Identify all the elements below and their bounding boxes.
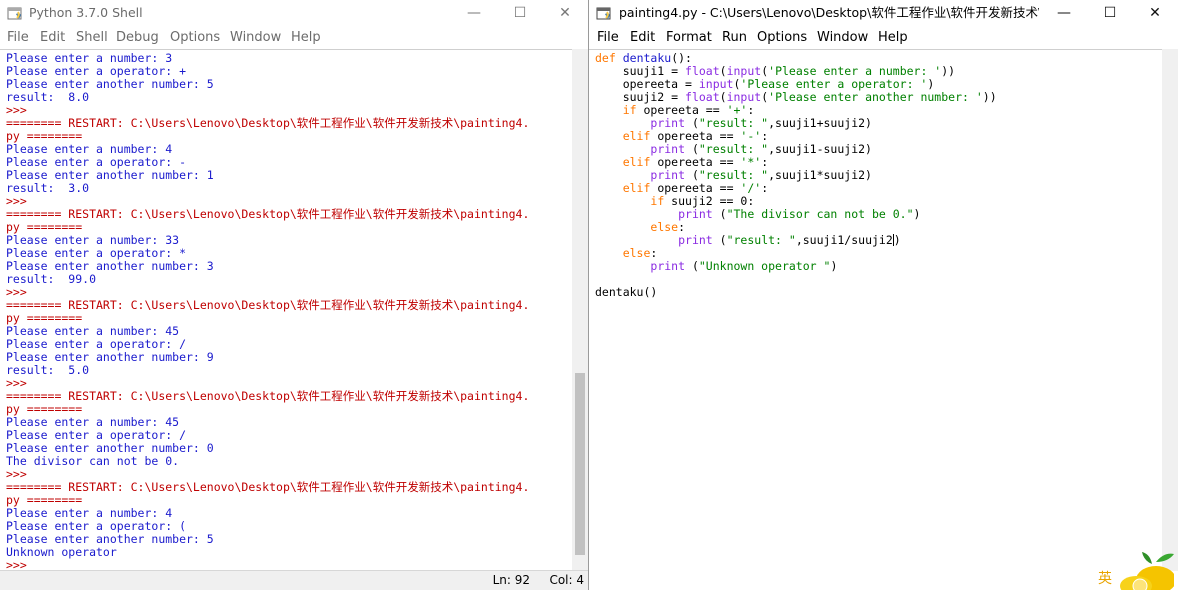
menu-format[interactable]: Format xyxy=(666,30,712,46)
editor-text: def dentaku(): suuji1 = float(input('Ple… xyxy=(595,52,1162,299)
shell-line: ======== RESTART: C:\Users\Lenovo\Deskto… xyxy=(6,116,530,130)
menu-file[interactable]: File xyxy=(7,30,29,46)
shell-titlebar[interactable]: Python 3.7.0 Shell — ☐ ✕ xyxy=(0,0,588,27)
menu-help[interactable]: Help xyxy=(878,30,908,46)
shell-line: Please enter another number: 9 xyxy=(6,350,214,364)
window-title: painting4.py - C:\Users\Lenovo\Desktop\软… xyxy=(619,5,1039,20)
text-cursor xyxy=(892,234,894,246)
status-column: Col: 4 xyxy=(549,573,584,587)
editor-statusbar: 英 xyxy=(589,552,1178,590)
shell-window: Python 3.7.0 Shell — ☐ ✕ File Edit Shell… xyxy=(0,0,588,590)
shell-line: ======== RESTART: C:\Users\Lenovo\Deskto… xyxy=(6,298,530,312)
shell-line: ======== RESTART: C:\Users\Lenovo\Deskto… xyxy=(6,389,530,403)
lemon-icon xyxy=(1120,552,1174,590)
shell-line: result: 8.0 xyxy=(6,90,90,104)
scrollbar-thumb[interactable] xyxy=(575,373,585,555)
shell-line: result: 3.0 xyxy=(6,181,90,195)
menu-window[interactable]: Window xyxy=(230,30,281,46)
code-editor[interactable]: def dentaku(): suuji1 = float(input('Ple… xyxy=(589,49,1162,571)
close-icon[interactable]: ✕ xyxy=(542,0,588,27)
minimize-icon[interactable]: — xyxy=(451,0,497,27)
python-file-icon xyxy=(596,7,611,20)
menu-window[interactable]: Window xyxy=(817,30,868,46)
menu-file[interactable]: File xyxy=(597,30,619,46)
shell-line: Please enter another number: 5 xyxy=(6,77,214,91)
menu-options[interactable]: Options xyxy=(757,30,807,46)
window-title: Python 3.7.0 Shell xyxy=(29,5,143,20)
status-line: Ln: 92 xyxy=(492,573,530,587)
shell-output[interactable]: Please enter a number: 3 Please enter a o… xyxy=(0,49,572,572)
shell-line: The divisor can not be 0. xyxy=(6,454,180,468)
python-idle-icon xyxy=(7,7,22,20)
editor-menubar: File Edit Format Run Options Window Help xyxy=(589,28,1178,48)
menu-shell[interactable]: Shell xyxy=(76,30,108,46)
menu-help[interactable]: Help xyxy=(291,30,321,46)
menu-options[interactable]: Options xyxy=(170,30,220,46)
menu-debug[interactable]: Debug xyxy=(116,30,159,46)
shell-line: result: 5.0 xyxy=(6,363,90,377)
shell-vertical-scrollbar[interactable] xyxy=(572,49,588,571)
ime-indicator[interactable]: 英 xyxy=(1098,570,1112,588)
menu-edit[interactable]: Edit xyxy=(40,30,65,46)
shell-line: Unknown operator xyxy=(6,545,117,559)
maximize-icon[interactable]: ☐ xyxy=(1087,0,1133,27)
close-icon[interactable]: ✕ xyxy=(1132,0,1178,27)
shell-menubar: File Edit Shell Debug Options Window Hel… xyxy=(0,28,588,48)
menu-run[interactable]: Run xyxy=(722,30,747,46)
maximize-icon[interactable]: ☐ xyxy=(497,0,543,27)
shell-line: Please enter another number: 1 xyxy=(6,168,214,182)
editor-vertical-scrollbar[interactable] xyxy=(1162,49,1178,571)
code-line: print ("Unknown operator ") xyxy=(650,259,838,273)
menu-edit[interactable]: Edit xyxy=(630,30,655,46)
shell-line: ======== RESTART: C:\Users\Lenovo\Deskto… xyxy=(6,207,530,221)
editor-titlebar[interactable]: painting4.py - C:\Users\Lenovo\Desktop\软… xyxy=(589,0,1178,27)
minimize-icon[interactable]: — xyxy=(1041,0,1087,27)
code-line: print ("result: ",suuji1/suuji2) xyxy=(678,233,901,247)
shell-line: ======== RESTART: C:\Users\Lenovo\Deskto… xyxy=(6,480,530,494)
shell-line: result: 99.0 xyxy=(6,272,97,286)
shell-text: Please enter a number: 3 Please enter a o… xyxy=(6,52,572,572)
editor-window: painting4.py - C:\Users\Lenovo\Desktop\软… xyxy=(589,0,1178,590)
shell-statusbar: Ln: 92 Col: 4 xyxy=(0,570,588,590)
code-line: dentaku() xyxy=(595,285,658,299)
